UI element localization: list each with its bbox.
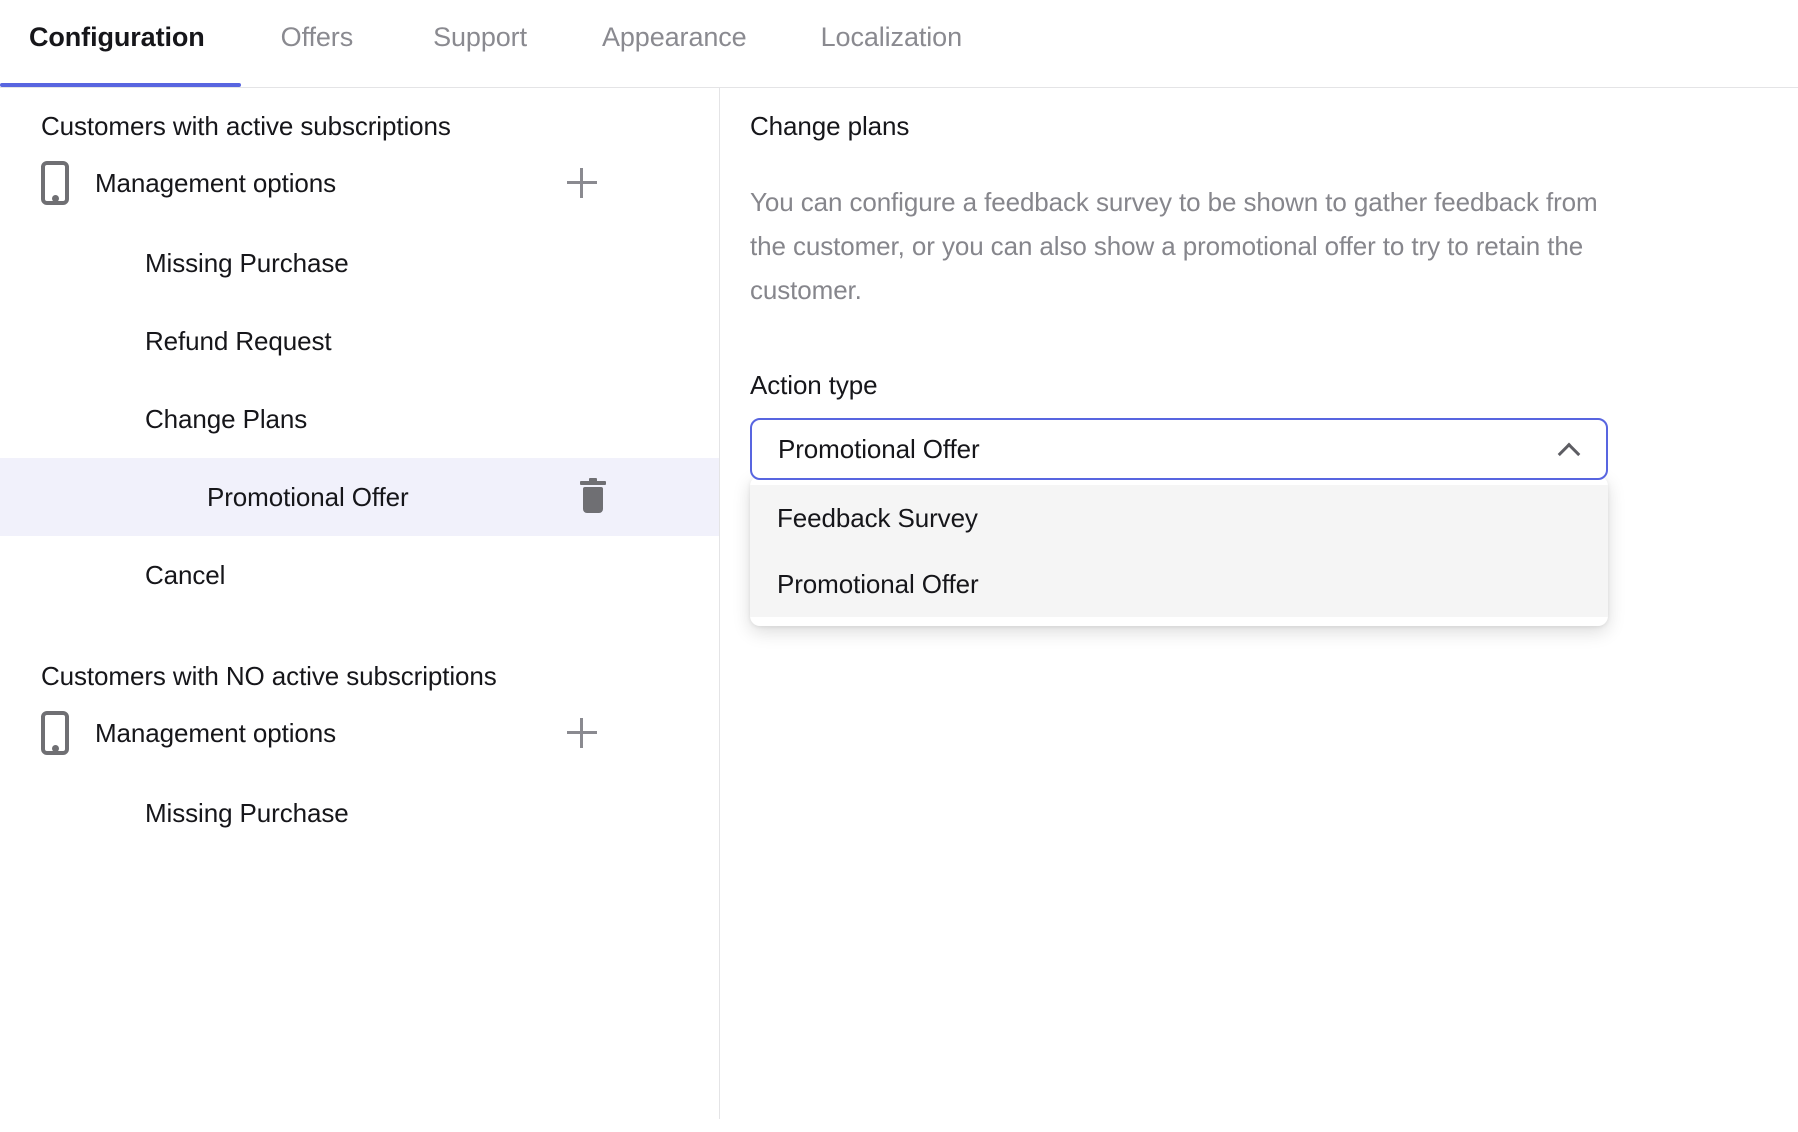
option-label: Promotional Offer <box>777 568 979 599</box>
page-title: Change plans <box>750 111 910 141</box>
sidebar-item-label: Missing Purchase <box>145 247 349 278</box>
sidebar-item-cancel[interactable]: Cancel <box>0 536 720 614</box>
action-type-label: Action type <box>750 370 878 400</box>
sidebar-list-no-active: Management options Missing Purchase <box>0 692 720 852</box>
tab-label: Configuration <box>29 22 205 52</box>
phone-icon <box>41 711 69 755</box>
sidebar-item-label: Promotional Offer <box>207 481 409 512</box>
sidebar-item-refund-request[interactable]: Refund Request <box>0 302 720 380</box>
tab-label: Localization <box>820 22 963 52</box>
tab-label: Offers <box>280 22 354 52</box>
action-type-field: Promotional Offer Feedback Survey Promot… <box>750 418 1608 626</box>
tab-appearance[interactable]: Appearance <box>602 22 747 83</box>
sidebar-item-label: Change Plans <box>145 403 308 434</box>
sidebar-item-missing-purchase[interactable]: Missing Purchase <box>0 224 720 302</box>
main-shell: Customers with active subscriptions Mana… <box>0 88 1798 1132</box>
chevron-up-icon[interactable] <box>1558 443 1580 456</box>
sidebar: Customers with active subscriptions Mana… <box>0 88 720 1132</box>
sidebar-item-label: Management options <box>95 717 337 748</box>
sidebar-item-missing-purchase-2[interactable]: Missing Purchase <box>0 774 720 852</box>
detail-panel: Change plans You can configure a feedbac… <box>720 88 1798 1132</box>
sidebar-item-management-options[interactable]: Management options <box>0 142 720 224</box>
tab-label: Appearance <box>601 22 747 52</box>
sidebar-item-management-options-2[interactable]: Management options <box>0 692 720 774</box>
dropdown-option-list: Feedback Survey Promotional Offer <box>750 485 1608 617</box>
tab-bar: Configuration Offers Support Appearance … <box>0 0 1798 88</box>
action-type-value: Promotional Offer <box>778 433 980 464</box>
sidebar-group-title-active: Customers with active subscriptions <box>41 111 451 141</box>
plus-icon[interactable] <box>567 168 597 198</box>
tab-offers[interactable]: Offers <box>280 22 354 83</box>
sidebar-list-active: Management options Missing Purchase Refu… <box>0 142 720 614</box>
plus-icon[interactable] <box>567 718 597 748</box>
option-label: Feedback Survey <box>777 502 978 533</box>
tab-label: Support <box>433 22 527 52</box>
sidebar-item-label: Refund Request <box>145 325 332 356</box>
panel-description: You can configure a feedback survey to b… <box>750 187 1598 305</box>
tab-configuration[interactable]: Configuration <box>29 22 205 83</box>
action-type-select[interactable]: Promotional Offer <box>750 418 1608 480</box>
sidebar-group-title-no-active: Customers with NO active subscriptions <box>41 661 497 691</box>
sidebar-item-promotional-offer[interactable]: Promotional Offer <box>0 458 720 536</box>
phone-icon <box>41 161 69 205</box>
tab-support[interactable]: Support <box>433 22 527 83</box>
dropdown-option-promotional-offer[interactable]: Promotional Offer <box>750 551 1608 617</box>
sidebar-item-label: Management options <box>95 167 337 198</box>
trash-icon[interactable] <box>580 478 606 513</box>
active-tab-indicator <box>0 83 241 87</box>
dropdown-option-feedback-survey[interactable]: Feedback Survey <box>750 485 1608 551</box>
action-type-dropdown: Feedback Survey Promotional Offer <box>750 476 1608 626</box>
sidebar-item-label: Missing Purchase <box>145 797 349 828</box>
sidebar-item-change-plans[interactable]: Change Plans <box>0 380 720 458</box>
tab-localization[interactable]: Localization <box>820 22 963 83</box>
sidebar-item-label: Cancel <box>145 559 226 590</box>
